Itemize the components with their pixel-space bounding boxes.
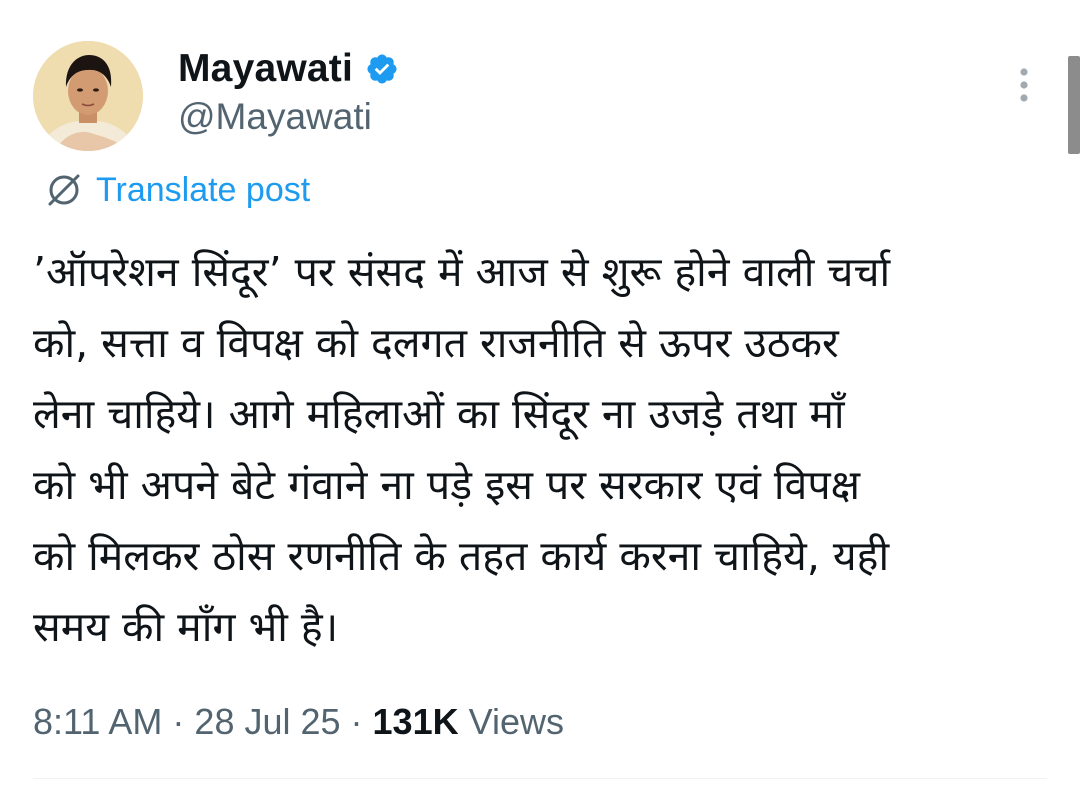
globe-slash-icon (44, 170, 84, 210)
translate-post-label[interactable]: Translate post (96, 171, 310, 210)
tweet-text-line: ’ऑपरेशन सिंदूर’ पर संसद में आज से शुरू ह… (33, 248, 891, 296)
translate-post-link[interactable]: Translate post (44, 168, 310, 212)
post-time[interactable]: 8:11 AM (33, 701, 162, 743)
meta-separator: · (172, 701, 185, 742)
avatar[interactable] (33, 41, 143, 151)
meta-separator: · (350, 701, 363, 742)
tweet-text-line: समय की माँग भी है। (33, 603, 339, 651)
views-label: Views (468, 701, 564, 742)
author-display-name[interactable]: Mayawati (178, 47, 353, 91)
tweet-text-line: लेना चाहिये। आगे महिलाओं का सिंदूर ना उज… (33, 390, 845, 438)
more-options-icon[interactable] (1012, 66, 1036, 106)
author-name-row: Mayawati (178, 44, 399, 94)
tweet-text: ’ऑपरेशन सिंदूर’ पर संसद में आज से शुरू ह… (33, 237, 1043, 663)
post-date[interactable]: 28 Jul 25 (194, 701, 340, 743)
scrollbar[interactable] (1068, 56, 1080, 154)
tweet-text-line: को मिलकर ठोस रणनीति के तहत कार्य करना चा… (33, 532, 890, 580)
author-handle[interactable]: @Mayawati (178, 96, 372, 138)
tweet-meta: 8:11 AM · 28 Jul 25 · 131K Views (33, 698, 564, 746)
divider (33, 778, 1047, 779)
tweet-text-line: को, सत्ता व विपक्ष को दलगत राजनीति से ऊप… (33, 319, 839, 367)
views-count[interactable]: 131K (373, 701, 459, 743)
verified-badge-icon[interactable] (365, 52, 399, 86)
tweet-text-line: को भी अपने बेटे गंवाने ना पड़े इस पर सरक… (33, 461, 861, 509)
